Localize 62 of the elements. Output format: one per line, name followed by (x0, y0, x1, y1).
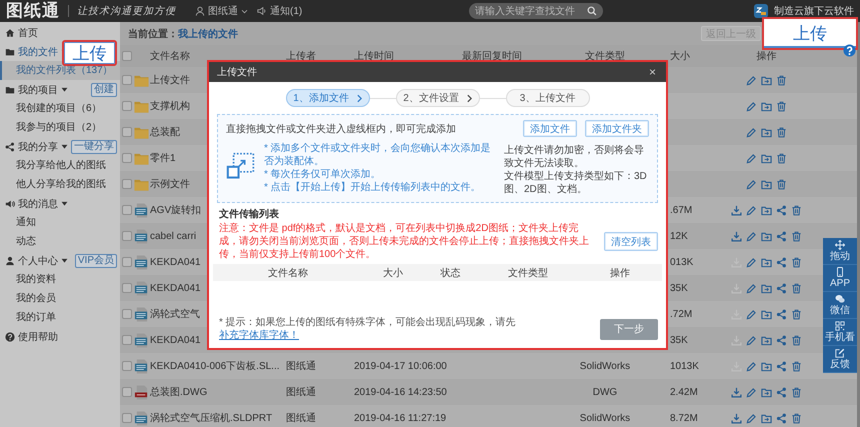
table-cell: .72M (670, 308, 692, 320)
step-label: 2、文件设置 (403, 92, 459, 105)
table-cell: 35K (670, 334, 688, 346)
tip-text: * 每次任务仅可单次添加。 (264, 168, 382, 181)
note-text: 文件模型上传支持类型如下：3D图、2D图、文档。 (504, 170, 648, 196)
table-cell: DWG (592, 386, 618, 398)
column-header: 上传者 (286, 51, 316, 62)
dialog-title: 上传文件 (217, 66, 257, 79)
table-cell: KEKDA041 (150, 256, 201, 268)
brand-text: 制造云旗下云软件 (774, 4, 854, 18)
table-cell: KEKDA041 (150, 334, 201, 346)
column-header: 文件类型 (585, 51, 625, 62)
tip-text: * 添加多个文件或文件夹时，会向您确认本次添加是否为装配体。 (264, 142, 492, 168)
table-cell: cabel carri (150, 230, 196, 242)
table-cell: 零件1 (150, 153, 176, 164)
section-title: 文件传输列表 (218, 208, 280, 222)
column-header: 文件名称 (268, 268, 308, 278)
table-cell: 图纸通 (286, 387, 316, 398)
table-cell: 总装图.DWG (150, 387, 208, 398)
table-cell: SolidWorks (580, 412, 630, 424)
table-cell: 涡轮式空气 (150, 309, 200, 320)
table-cell: 2.42M (670, 386, 698, 398)
table-cell: 2019-04-17 10:06:00 (354, 360, 447, 372)
step-label: 3、上传文件 (520, 92, 576, 105)
table-cell: 图纸通 (286, 361, 316, 372)
note-text: 上传文件请勿加密，否则将会导致文件无法读取。 (504, 144, 645, 170)
table-cell: .67M (670, 204, 692, 216)
drop-hint: 直接拖拽文件或文件夹进入虚线框内，即可完成添加 (226, 122, 456, 136)
table-cell: 2019-04-16 14:23:50 (354, 386, 447, 398)
table-cell: 图纸通 (286, 413, 316, 424)
column-header: 文件名称 (150, 51, 190, 62)
table-cell: 8.72M (670, 412, 698, 424)
upload-tooltip: 上传 (762, 17, 858, 50)
column-header: 大小 (383, 268, 403, 278)
tip-text: * 点击【开始上传】开始上传传输列表中的文件。 (264, 181, 482, 194)
table-cell: 支撑机构 (150, 101, 190, 112)
column-header: 操作 (610, 268, 630, 278)
table-cell: 1013K (670, 360, 699, 372)
upload-tooltip: 上传 (62, 40, 117, 66)
table-cell: 上传文件 (150, 75, 190, 86)
warning-text: 注意：文件是 pdf的格式，默认是文档，可在列表中切换成2D图纸；文件夹上传完成，请勿关闭当前浏览页面，否则上传未完成的文件会停止上传；直接拖拽文件夹上传，当前仅支持上传前100个文件。 (219, 222, 590, 261)
table-cell: KEKDA041 (150, 282, 201, 294)
table-cell: 总装配 (150, 127, 180, 138)
table-cell: 12K (670, 230, 688, 242)
column-header: 最新回复时间 (462, 51, 522, 62)
slogan: 让技术沟通更加方便 (77, 4, 176, 18)
table-cell: 示例文件 (150, 179, 190, 190)
column-header: 文件类型 (508, 268, 548, 278)
table-cell: 2019-04-16 11:27:19 (354, 412, 446, 424)
table-cell: AGV旋转扣 (150, 205, 202, 216)
breadcrumb-label: 当前位置： (128, 28, 178, 40)
column-header: 操作 (756, 50, 776, 63)
table-cell: KEKDA0410-006下齿板.SL... (150, 361, 280, 372)
table-cell: 35K (670, 282, 688, 294)
table-cell: SolidWorks (580, 360, 630, 372)
column-header: 上传时间 (354, 51, 394, 62)
step-label: 1、添加文件 (293, 92, 349, 105)
hint-text: * 提示：如果您上传的图纸有特殊字体，可能会出现乱码现象，请先 补充字体库字体！ (219, 316, 517, 342)
column-header: 大小 (670, 51, 690, 62)
column-header: 状态 (440, 268, 460, 278)
table-cell: 涡轮式空气压缩机.SLDPRT (150, 413, 272, 424)
table-cell: 013K (670, 256, 694, 268)
